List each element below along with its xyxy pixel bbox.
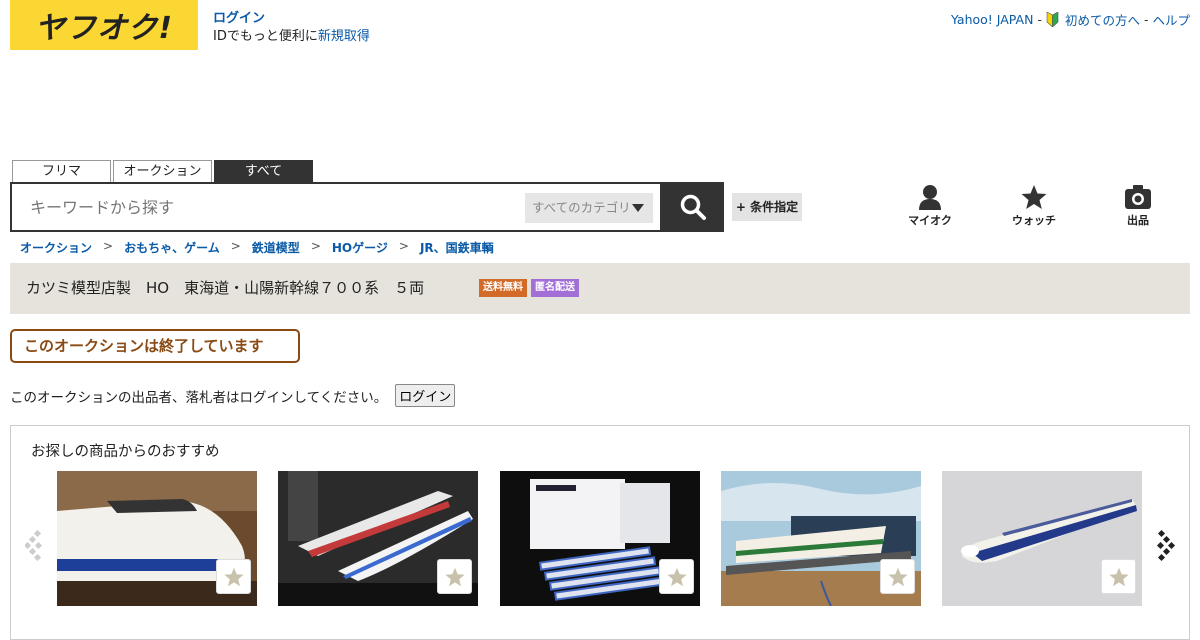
breadcrumb-toys-games[interactable]: おもちゃ、ゲーム (124, 239, 220, 256)
star-icon (444, 567, 465, 586)
logo-text: ヤフオク! (34, 11, 174, 46)
tab-all[interactable]: すべて (214, 160, 313, 182)
yahuoku-logo[interactable]: ヤフオク! (10, 0, 198, 50)
carousel-next-icon[interactable] (1156, 529, 1176, 563)
recommend-card[interactable] (278, 471, 478, 606)
breadcrumb-separator: > (398, 239, 409, 253)
breadcrumb-auction[interactable]: オークション (20, 239, 92, 256)
breadcrumb-separator: > (230, 239, 241, 253)
search-button[interactable] (662, 182, 724, 232)
product-image[interactable] (57, 471, 257, 606)
notice-login-button[interactable]: ログイン (395, 384, 456, 407)
product-image[interactable] (721, 471, 921, 606)
breadcrumb-separator: > (310, 239, 321, 253)
myauction-label: マイオク (908, 214, 952, 227)
search-input[interactable] (30, 195, 510, 219)
tab-flea-market[interactable]: フリマ (12, 160, 111, 182)
recommend-card[interactable] (721, 471, 921, 606)
login-notice: このオークションの出品者、落札者はログインしてください。 ログイン (10, 384, 456, 407)
star-icon (666, 567, 687, 586)
login-box: ログイン IDでもっと便利に新規取得 (213, 10, 370, 46)
chevron-down-icon (632, 204, 644, 212)
product-image[interactable] (278, 471, 478, 606)
category-label: すべてのカテゴリ (532, 200, 631, 215)
item-title-band: カツミ模型店製 HO 東海道・山陽新幹線７００系 ５両 送料無料 匿名配送 (10, 263, 1190, 314)
item-title: カツミ模型店製 HO 東海道・山陽新幹線７００系 ５両 (26, 279, 425, 297)
search-tabs: フリマ オークション すべて (12, 160, 313, 182)
search-box: すべてのカテゴリ (10, 182, 662, 232)
recommend-card[interactable] (942, 471, 1142, 606)
watch-star-button[interactable] (1101, 559, 1136, 594)
separator: - (1037, 12, 1042, 27)
sell-nav[interactable]: 出品 (1108, 184, 1168, 228)
watch-label: ウォッチ (1012, 214, 1056, 227)
anonymous-shipping-badge: 匿名配送 (531, 279, 579, 297)
star-icon (223, 567, 244, 586)
first-time-link[interactable]: 初めての方へ (1065, 10, 1140, 29)
breadcrumb-ho-gauge[interactable]: HOゲージ (332, 239, 388, 256)
beginner-leaf-icon (1046, 12, 1059, 27)
carousel-prev-icon[interactable] (25, 529, 45, 563)
breadcrumb-separator: > (103, 239, 114, 253)
watch-star-button[interactable] (216, 559, 251, 594)
watch-nav[interactable]: ウォッチ (1004, 184, 1064, 228)
star-icon (887, 567, 908, 586)
watch-star-button[interactable] (880, 559, 915, 594)
condition-button[interactable]: + 条件指定 (732, 193, 802, 221)
category-select[interactable]: すべてのカテゴリ (525, 193, 653, 223)
star-icon (1108, 567, 1129, 586)
auction-ended-status: このオークションは終了しています (10, 329, 300, 363)
sell-label: 出品 (1127, 214, 1149, 227)
camera-icon (1125, 185, 1151, 209)
login-link[interactable]: ログイン (213, 10, 370, 28)
star-icon (1021, 185, 1047, 209)
myauction-nav[interactable]: マイオク (900, 184, 960, 228)
free-shipping-badge: 送料無料 (479, 279, 527, 297)
watch-star-button[interactable] (437, 559, 472, 594)
user-icon (919, 185, 941, 210)
login-notice-text: このオークションの出品者、落札者はログインしてください。 (10, 389, 388, 406)
register-link[interactable]: 新規取得 (318, 29, 370, 44)
recommendations-panel: お探しの商品からのおすすめ (10, 425, 1190, 640)
watch-star-button[interactable] (659, 559, 694, 594)
top-links: Yahoo! JAPAN - 初めての方へ - ヘルプ (951, 10, 1190, 29)
recommendations-heading: お探しの商品からのおすすめ (31, 444, 220, 460)
search-icon (680, 194, 706, 220)
product-image[interactable] (942, 471, 1142, 606)
separator: - (1143, 12, 1149, 27)
breadcrumb-jr-cars[interactable]: JR、国鉄車輌 (420, 239, 494, 256)
breadcrumb-railway-models[interactable]: 鉄道模型 (252, 239, 300, 256)
recommend-card[interactable] (500, 471, 700, 606)
breadcrumb: オークション > おもちゃ、ゲーム > 鉄道模型 > HOゲージ > JR、国鉄… (20, 239, 494, 256)
product-image[interactable] (500, 471, 700, 606)
yahoo-japan-link[interactable]: Yahoo! JAPAN (951, 12, 1033, 27)
login-promo-text: IDでもっと便利に (213, 29, 318, 44)
tab-auction[interactable]: オークション (113, 160, 212, 182)
help-link[interactable]: ヘルプ (1152, 10, 1190, 29)
recommend-card[interactable] (57, 471, 257, 606)
